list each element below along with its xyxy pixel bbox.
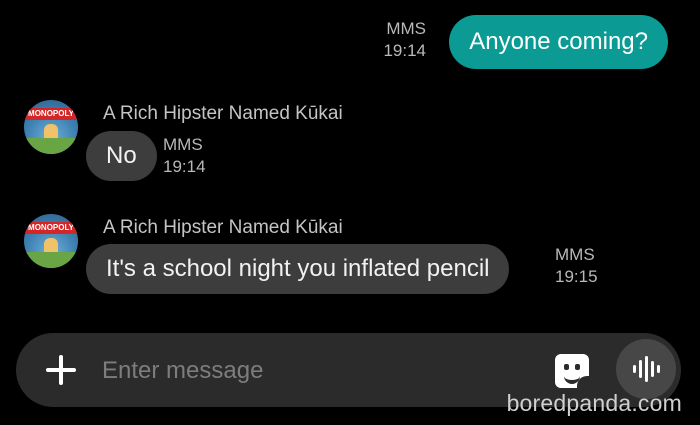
message-timestamp: 19:14 xyxy=(163,157,206,176)
outgoing-message-bubble[interactable]: Anyone coming? xyxy=(449,15,668,69)
sticker-eye-right xyxy=(575,364,580,370)
outgoing-message-meta: MMS 19:14 xyxy=(383,18,426,62)
sticker-icon[interactable] xyxy=(555,354,589,388)
sticker-eye-left xyxy=(564,364,569,370)
contact-avatar[interactable]: MONOPOLY xyxy=(24,100,78,154)
sender-name: A Rich Hipster Named Kūkai xyxy=(103,103,343,124)
incoming-message-meta: MMS 19:14 xyxy=(163,134,206,178)
incoming-message-bubble[interactable]: No xyxy=(86,131,157,181)
incoming-message-bubble[interactable]: It's a school night you inflated pencil xyxy=(86,244,510,294)
message-thread[interactable]: MMS 19:14 Anyone coming? MONOPOLY A Rich… xyxy=(0,0,700,330)
message-timestamp: 19:14 xyxy=(383,41,426,60)
waveform-bar xyxy=(657,365,660,373)
waveform-bar xyxy=(645,356,648,382)
avatar-logo-text: MONOPOLY xyxy=(28,223,74,232)
avatar-ground xyxy=(24,252,78,268)
message-input[interactable] xyxy=(100,351,524,391)
contact-avatar[interactable]: MONOPOLY xyxy=(24,214,78,268)
waveform-bar xyxy=(651,361,654,377)
message-type-label: MMS xyxy=(386,19,426,38)
watermark: boredpanda.com xyxy=(506,390,682,416)
message-type-label: MMS xyxy=(163,135,203,154)
avatar-ground xyxy=(24,138,78,154)
plus-icon[interactable] xyxy=(44,353,78,387)
avatar-logo-text: MONOPOLY xyxy=(28,109,74,118)
message-type-label: MMS xyxy=(555,245,595,264)
sender-name: A Rich Hipster Named Kūkai xyxy=(103,217,343,238)
waveform-bar xyxy=(639,360,642,378)
incoming-message-meta: MMS 19:15 xyxy=(555,244,598,288)
waveform-bar xyxy=(633,365,636,373)
message-timestamp: 19:15 xyxy=(555,267,598,286)
